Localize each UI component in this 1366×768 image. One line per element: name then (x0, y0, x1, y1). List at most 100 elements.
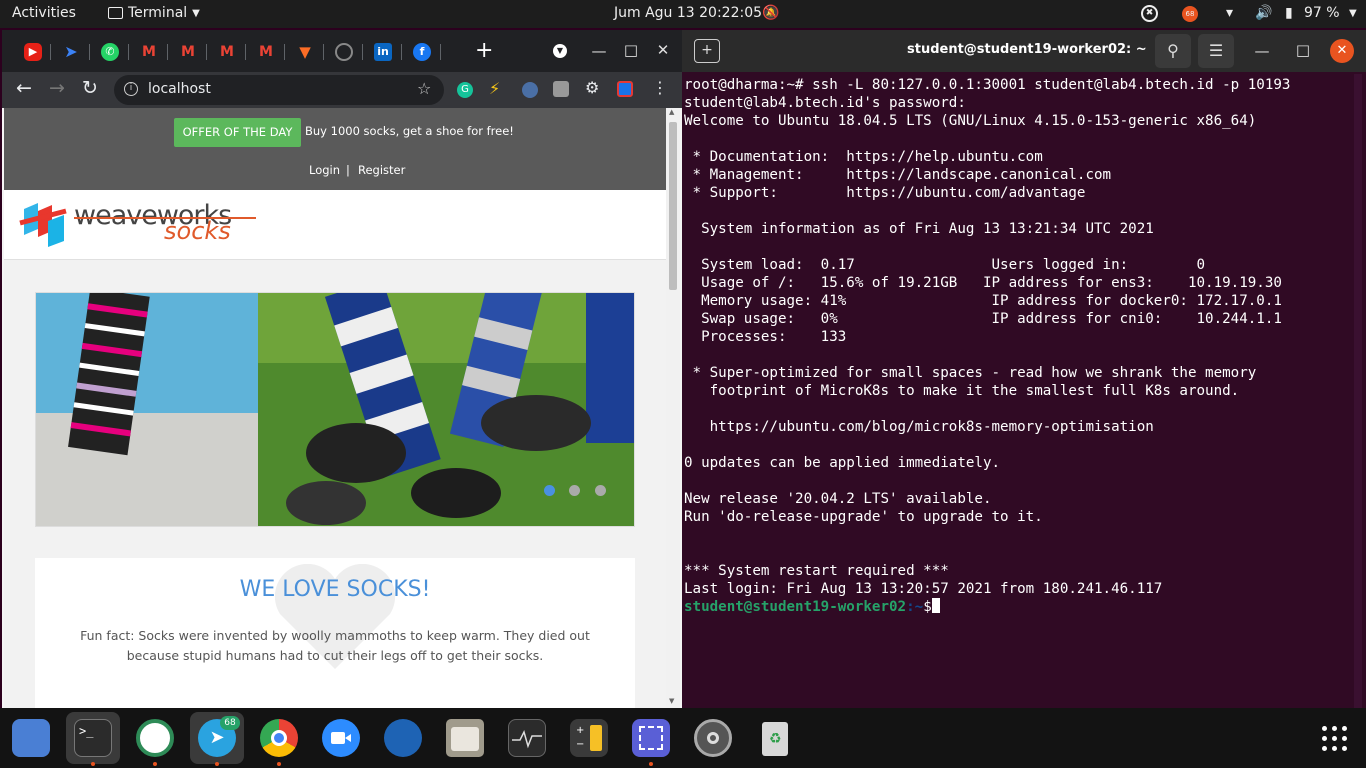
screenshot-icon[interactable] (632, 719, 670, 757)
bookmark-star-icon[interactable]: ☆ (417, 79, 431, 98)
gmail-icon[interactable]: M (257, 43, 275, 61)
zoom-icon[interactable] (322, 719, 360, 757)
url-text[interactable]: localhost (148, 81, 211, 97)
terminal-icon (108, 7, 123, 19)
reload-icon[interactable]: ↻ (82, 77, 98, 99)
menu-dots-icon[interactable]: ⋮ (652, 78, 668, 97)
extension-record-icon[interactable] (617, 81, 633, 97)
browser-app-icon[interactable] (384, 719, 422, 757)
offer-text: Buy 1000 socks, get a shoe for free! (305, 124, 514, 138)
chrome-icon[interactable] (260, 719, 298, 757)
minimize-button[interactable]: — (588, 40, 610, 62)
terminal-window[interactable]: + student@student19-worker02: ~ ⚲ ☰ — □ … (682, 30, 1366, 708)
carousel-dot-active[interactable] (544, 485, 555, 496)
maximize-button[interactable]: □ (620, 39, 642, 61)
terminal-prompt[interactable]: student@student19-worker02:~$ (684, 598, 1290, 616)
github-icon[interactable] (335, 43, 353, 61)
cross-app-icon[interactable] (136, 719, 174, 757)
forward-icon[interactable]: → (49, 77, 65, 99)
terminal-line: * Super-optimized for small spaces - rea… (684, 365, 1257, 381)
extension-bolt-icon[interactable]: ⚡ (489, 79, 500, 98)
notification-badge[interactable]: 68 (1182, 6, 1198, 22)
weaveworks-logo-icon[interactable] (18, 201, 68, 249)
send-icon[interactable]: ➤ (62, 43, 80, 61)
offer-button[interactable]: OFFER OF THE DAY (174, 118, 301, 147)
todo-app-icon[interactable] (12, 719, 50, 757)
gmail-icon[interactable]: M (140, 43, 158, 61)
whatsapp-icon[interactable]: ✆ (101, 43, 119, 61)
settings-icon[interactable] (694, 719, 732, 757)
grammarly-icon[interactable]: G (457, 82, 473, 98)
maximize-button[interactable]: □ (1292, 39, 1314, 61)
love-socks-section: WE LOVE SOCKS! Fun fact: Socks were inve… (35, 558, 635, 708)
search-icon[interactable]: ⚲ (1155, 34, 1191, 68)
extension-cursor-icon[interactable] (522, 82, 538, 98)
tray-app-icon[interactable]: ✖ (1141, 5, 1158, 22)
address-bar[interactable]: i localhost ☆ (114, 75, 444, 105)
volume-icon[interactable]: 🔊 (1255, 5, 1272, 21)
terminal-lines: root@dharma:~# ssh -L 80:127.0.0.1:30001… (684, 76, 1290, 598)
system-menu-chevron-icon[interactable]: ▼ (1349, 8, 1357, 19)
terminal-line: student@lab4.btech.id's password: (684, 95, 966, 111)
terminal-line: Last login: Fri Aug 13 13:20:57 2021 fro… (684, 581, 1163, 597)
close-button[interactable]: ✕ (652, 39, 674, 61)
wifi-icon[interactable]: ▾ (1226, 5, 1233, 21)
gmail-icon[interactable]: M (179, 43, 197, 61)
close-button[interactable]: ✕ (1330, 39, 1354, 63)
terminal-line: * Support: https://ubuntu.com/advantage (684, 185, 1086, 201)
register-link[interactable]: Register (358, 163, 405, 177)
link-separator: | (346, 163, 350, 177)
minimize-button[interactable]: — (1251, 40, 1273, 62)
logo-socks-text[interactable]: socks (164, 217, 231, 245)
dock: >_ ➤ 68 + − ♻ (0, 708, 1366, 768)
tab-strip: ▶ ➤ ✆ M M M M ▼ in f + ▼ — □ ✕ (2, 30, 682, 72)
prompt-path: :~ (906, 599, 924, 615)
show-apps-grid-icon[interactable] (1322, 726, 1348, 752)
app-menu-label: Terminal (128, 5, 188, 21)
youtube-icon[interactable]: ▶ (24, 43, 42, 61)
carousel-dot[interactable] (569, 485, 580, 496)
terminal-scrollbar[interactable] (1354, 74, 1362, 708)
scroll-up-icon[interactable]: ▲ (669, 108, 674, 116)
hero-carousel[interactable] (35, 292, 635, 527)
carousel-dot[interactable] (595, 485, 606, 496)
top-bar: Activities Terminal ▼ Jum Agu 13 20:22:0… (0, 0, 1366, 28)
login-link[interactable]: Login (309, 163, 340, 177)
files-icon[interactable] (446, 719, 484, 757)
terminal-line: Usage of /: 15.6% of 19.21GB IP address … (684, 275, 1282, 291)
terminal-line: System information as of Fri Aug 13 13:2… (684, 221, 1154, 237)
clock[interactable]: Jum Agu 13 20:22:05 (614, 5, 762, 21)
terminal-line: footprint of MicroK8s to make it the sma… (684, 383, 1240, 399)
back-icon[interactable]: ← (16, 77, 32, 99)
extensions-puzzle-icon[interactable]: ⚙ (585, 78, 599, 97)
activities-button[interactable]: Activities (12, 5, 76, 21)
hamburger-menu-icon[interactable]: ☰ (1198, 34, 1234, 68)
gitlab-icon[interactable]: ▼ (296, 43, 314, 61)
terminal-line: *** System restart required *** (684, 563, 949, 579)
terminal-line: System load: 0.17 Users logged in: 0 (684, 257, 1206, 273)
facebook-icon[interactable]: f (413, 43, 431, 61)
terminal-title: student@student19-worker02: ~ (907, 42, 1147, 57)
gmail-icon[interactable]: M (218, 43, 236, 61)
scroll-down-icon[interactable]: ▼ (669, 697, 674, 705)
page-scrollbar[interactable]: ▲ ▼ (666, 108, 680, 708)
tab-search-icon[interactable]: ▼ (553, 44, 567, 58)
terminal-output[interactable]: root@dharma:~# ssh -L 80:127.0.0.1:30001… (684, 76, 1290, 616)
calculator-icon[interactable]: + − (570, 719, 608, 757)
scrollbar-thumb[interactable] (669, 122, 677, 290)
linkedin-icon[interactable]: in (374, 43, 392, 61)
battery-icon[interactable]: ▮ (1285, 5, 1293, 21)
new-tab-icon[interactable]: + (694, 39, 720, 63)
new-tab-button[interactable]: + (475, 38, 493, 63)
info-icon[interactable]: i (124, 82, 138, 96)
system-monitor-icon[interactable] (508, 719, 546, 757)
extension-image-icon[interactable] (553, 81, 569, 97)
app-menu[interactable]: Terminal ▼ (108, 5, 200, 21)
terminal-app-icon[interactable]: >_ (74, 719, 112, 757)
trash-icon[interactable]: ♻ (756, 719, 794, 757)
terminal-line: Processes: 133 (684, 329, 847, 345)
